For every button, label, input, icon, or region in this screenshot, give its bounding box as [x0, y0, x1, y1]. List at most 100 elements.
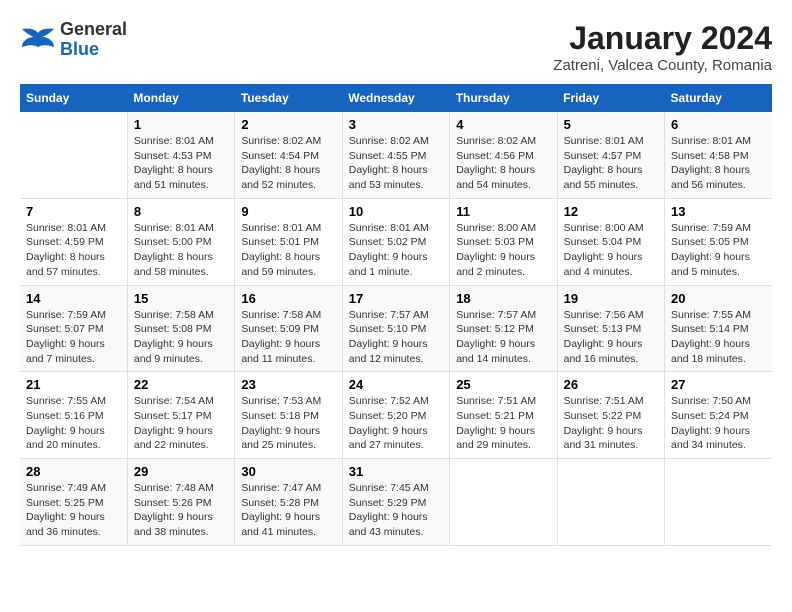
calendar-cell: 24 Sunrise: 7:52 AMSunset: 5:20 PMDayligh…: [342, 372, 449, 459]
day-number: 29: [134, 464, 228, 479]
calendar-cell: [450, 459, 557, 546]
logo: General Blue: [20, 20, 127, 60]
day-info: Sunrise: 8:01 AMSunset: 4:59 PMDaylight:…: [26, 221, 121, 280]
calendar-subtitle: Zatreni, Valcea County, Romania: [553, 57, 772, 74]
calendar-week-row: 14 Sunrise: 7:59 AMSunset: 5:07 PMDayligh…: [20, 285, 772, 372]
calendar-cell: 21 Sunrise: 7:55 AMSunset: 5:16 PMDayligh…: [20, 372, 127, 459]
header-day-thursday: Thursday: [450, 84, 557, 112]
day-info: Sunrise: 7:56 AMSunset: 5:13 PMDaylight:…: [564, 308, 658, 367]
calendar-cell: [557, 459, 664, 546]
day-number: 4: [456, 117, 550, 132]
calendar-cell: 1Sunrise: 8:01 AMSunset: 4:53 PMDaylight…: [127, 112, 234, 198]
header-day-friday: Friday: [557, 84, 664, 112]
calendar-cell: 4 Sunrise: 8:02 AMSunset: 4:56 PMDaylight…: [450, 112, 557, 198]
calendar-cell: 9 Sunrise: 8:01 AMSunset: 5:01 PMDaylight…: [235, 198, 342, 285]
calendar-week-row: 21 Sunrise: 7:55 AMSunset: 5:16 PMDayligh…: [20, 372, 772, 459]
calendar-week-row: 7 Sunrise: 8:01 AMSunset: 4:59 PMDaylight…: [20, 198, 772, 285]
day-info: Sunrise: 8:01 AMSunset: 4:53 PMDaylight:…: [134, 134, 228, 193]
day-info: Sunrise: 8:01 AMSunset: 4:57 PMDaylight:…: [564, 134, 658, 193]
day-number: 13: [671, 204, 766, 219]
day-number: 18: [456, 291, 550, 306]
day-number: 17: [349, 291, 443, 306]
day-info: Sunrise: 8:02 AMSunset: 4:54 PMDaylight:…: [241, 134, 335, 193]
day-number: 8: [134, 204, 228, 219]
calendar-cell: 11Sunrise: 8:00 AMSunset: 5:03 PMDayligh…: [450, 198, 557, 285]
calendar-cell: 27 Sunrise: 7:50 AMSunset: 5:24 PMDayligh…: [665, 372, 772, 459]
calendar-title: January 2024: [553, 20, 772, 57]
header-day-monday: Monday: [127, 84, 234, 112]
calendar-header-row: SundayMondayTuesdayWednesdayThursdayFrid…: [20, 84, 772, 112]
header-day-wednesday: Wednesday: [342, 84, 449, 112]
calendar-cell: 23 Sunrise: 7:53 AMSunset: 5:18 PMDayligh…: [235, 372, 342, 459]
day-info: Sunrise: 7:54 AMSunset: 5:17 PMDaylight:…: [134, 394, 228, 453]
calendar-cell: 15Sunrise: 7:58 AMSunset: 5:08 PMDayligh…: [127, 285, 234, 372]
day-info: Sunrise: 8:01 AMSunset: 4:58 PMDaylight:…: [671, 134, 766, 193]
day-info: Sunrise: 7:58 AMSunset: 5:08 PMDaylight:…: [134, 308, 228, 367]
title-area: January 2024 Zatreni, Valcea County, Rom…: [553, 20, 772, 74]
logo-text: General Blue: [60, 20, 127, 60]
calendar-cell: 18Sunrise: 7:57 AMSunset: 5:12 PMDayligh…: [450, 285, 557, 372]
calendar-cell: 26Sunrise: 7:51 AMSunset: 5:22 PMDayligh…: [557, 372, 664, 459]
calendar-cell: 31 Sunrise: 7:45 AMSunset: 5:29 PMDayligh…: [342, 459, 449, 546]
day-number: 5: [564, 117, 658, 132]
day-number: 2: [241, 117, 335, 132]
day-number: 31: [349, 464, 443, 479]
day-info: Sunrise: 7:59 AMSunset: 5:07 PMDaylight:…: [26, 308, 121, 367]
day-info: Sunrise: 7:48 AMSunset: 5:26 PMDaylight:…: [134, 481, 228, 540]
day-number: 7: [26, 204, 121, 219]
day-info: Sunrise: 7:58 AMSunset: 5:09 PMDaylight:…: [241, 308, 335, 367]
day-number: 12: [564, 204, 658, 219]
calendar-cell: 29 Sunrise: 7:48 AMSunset: 5:26 PMDayligh…: [127, 459, 234, 546]
calendar-cell: 6 Sunrise: 8:01 AMSunset: 4:58 PMDaylight…: [665, 112, 772, 198]
calendar-cell: 2 Sunrise: 8:02 AMSunset: 4:54 PMDaylight…: [235, 112, 342, 198]
calendar-cell: 8 Sunrise: 8:01 AMSunset: 5:00 PMDaylight…: [127, 198, 234, 285]
calendar-cell: 10Sunrise: 8:01 AMSunset: 5:02 PMDayligh…: [342, 198, 449, 285]
day-number: 23: [241, 377, 335, 392]
calendar-cell: 16Sunrise: 7:58 AMSunset: 5:09 PMDayligh…: [235, 285, 342, 372]
day-number: 3: [349, 117, 443, 132]
day-number: 25: [456, 377, 550, 392]
day-info: Sunrise: 7:45 AMSunset: 5:29 PMDaylight:…: [349, 481, 443, 540]
day-info: Sunrise: 8:02 AMSunset: 4:55 PMDaylight:…: [349, 134, 443, 193]
day-info: Sunrise: 7:55 AMSunset: 5:16 PMDaylight:…: [26, 394, 121, 453]
calendar-cell: 28Sunrise: 7:49 AMSunset: 5:25 PMDayligh…: [20, 459, 127, 546]
day-number: 30: [241, 464, 335, 479]
day-info: Sunrise: 8:01 AMSunset: 5:01 PMDaylight:…: [241, 221, 335, 280]
calendar-cell: [20, 112, 127, 198]
day-info: Sunrise: 7:47 AMSunset: 5:28 PMDaylight:…: [241, 481, 335, 540]
day-number: 19: [564, 291, 658, 306]
calendar-table: SundayMondayTuesdayWednesdayThursdayFrid…: [20, 84, 772, 546]
day-info: Sunrise: 7:59 AMSunset: 5:05 PMDaylight:…: [671, 221, 766, 280]
header: General Blue January 2024 Zatreni, Valce…: [20, 20, 772, 74]
day-info: Sunrise: 7:51 AMSunset: 5:22 PMDaylight:…: [564, 394, 658, 453]
day-number: 14: [26, 291, 121, 306]
day-number: 6: [671, 117, 766, 132]
calendar-cell: 3 Sunrise: 8:02 AMSunset: 4:55 PMDaylight…: [342, 112, 449, 198]
calendar-cell: 30 Sunrise: 7:47 AMSunset: 5:28 PMDayligh…: [235, 459, 342, 546]
day-info: Sunrise: 7:53 AMSunset: 5:18 PMDaylight:…: [241, 394, 335, 453]
day-number: 10: [349, 204, 443, 219]
day-info: Sunrise: 7:50 AMSunset: 5:24 PMDaylight:…: [671, 394, 766, 453]
header-day-tuesday: Tuesday: [235, 84, 342, 112]
day-number: 20: [671, 291, 766, 306]
calendar-cell: 14 Sunrise: 7:59 AMSunset: 5:07 PMDayligh…: [20, 285, 127, 372]
day-info: Sunrise: 7:49 AMSunset: 5:25 PMDaylight:…: [26, 481, 121, 540]
day-info: Sunrise: 7:52 AMSunset: 5:20 PMDaylight:…: [349, 394, 443, 453]
calendar-cell: 22Sunrise: 7:54 AMSunset: 5:17 PMDayligh…: [127, 372, 234, 459]
logo-icon: [20, 25, 56, 55]
day-info: Sunrise: 8:00 AMSunset: 5:03 PMDaylight:…: [456, 221, 550, 280]
day-number: 21: [26, 377, 121, 392]
day-info: Sunrise: 8:01 AMSunset: 5:00 PMDaylight:…: [134, 221, 228, 280]
day-number: 9: [241, 204, 335, 219]
day-info: Sunrise: 8:02 AMSunset: 4:56 PMDaylight:…: [456, 134, 550, 193]
header-day-saturday: Saturday: [665, 84, 772, 112]
day-info: Sunrise: 8:00 AMSunset: 5:04 PMDaylight:…: [564, 221, 658, 280]
calendar-cell: 7 Sunrise: 8:01 AMSunset: 4:59 PMDaylight…: [20, 198, 127, 285]
calendar-cell: 25 Sunrise: 7:51 AMSunset: 5:21 PMDayligh…: [450, 372, 557, 459]
day-info: Sunrise: 7:51 AMSunset: 5:21 PMDaylight:…: [456, 394, 550, 453]
header-day-sunday: Sunday: [20, 84, 127, 112]
calendar-cell: 17Sunrise: 7:57 AMSunset: 5:10 PMDayligh…: [342, 285, 449, 372]
calendar-cell: 12 Sunrise: 8:00 AMSunset: 5:04 PMDayligh…: [557, 198, 664, 285]
day-number: 27: [671, 377, 766, 392]
day-number: 24: [349, 377, 443, 392]
